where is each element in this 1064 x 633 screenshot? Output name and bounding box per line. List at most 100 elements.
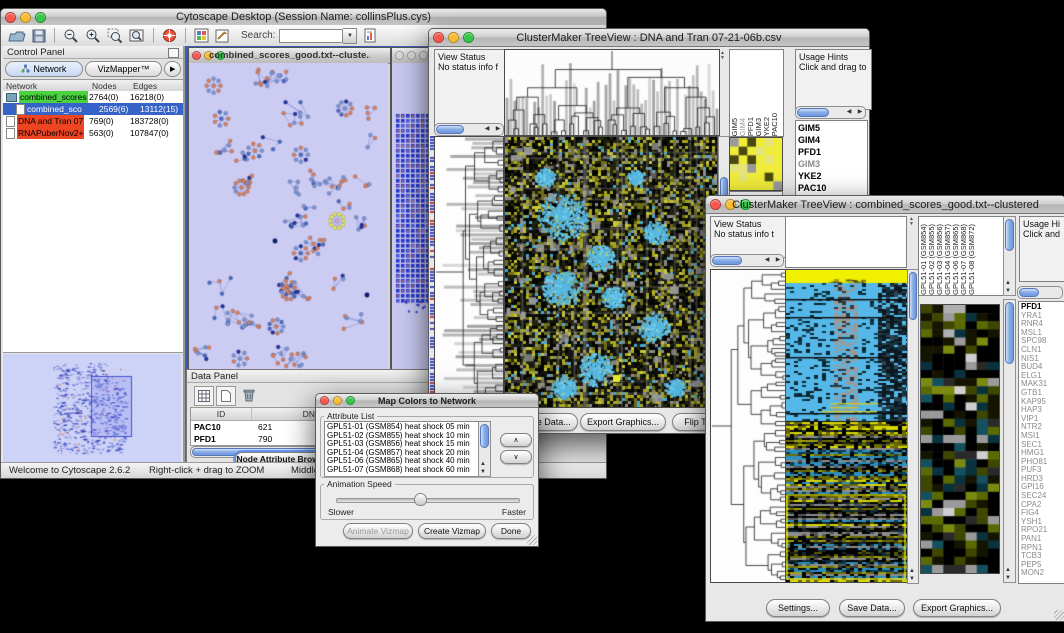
gene-label[interactable]: GIM3 [798,158,867,170]
scrollbar-thumb[interactable] [1005,219,1014,251]
zoom-in-icon[interactable] [85,28,101,44]
tab-vizmapper[interactable]: VizMapper™ [85,61,163,77]
treeview2-heatmap-canvas[interactable] [785,269,908,583]
animation-speed-slider-thumb[interactable] [414,493,427,506]
scroll-left-icon[interactable]: ◀ [762,257,772,264]
close-button[interactable] [5,12,16,23]
open-folder-icon[interactable] [8,29,26,43]
delete-attribute-trash-icon[interactable] [240,386,258,404]
gene-label[interactable]: GIM5 [798,122,867,134]
gene-label[interactable]: PAC10 [798,182,867,194]
network-row[interactable]: RNAPuberNov2+ 563(0) 107847(0) [3,127,183,139]
resize-grip[interactable] [1054,610,1064,620]
scroll-down-icon[interactable]: ▼ [909,221,914,227]
close-button[interactable] [710,199,721,210]
create-vizmap-button[interactable]: Create Vizmap [418,523,486,539]
zoom-heatmap-vscrollbar[interactable]: ▲ ▼ [1003,299,1016,583]
new-attribute-icon[interactable] [216,386,236,406]
scrollbar-thumb[interactable] [712,256,742,265]
scrollbar-thumb[interactable] [1019,288,1039,297]
treeview1-zoom-heatmap-canvas[interactable] [729,137,783,191]
column-dendrogram-canvas[interactable] [504,49,720,136]
column-label[interactable]: GPL51-08 (GSM872) [968,224,976,295]
column-labels-vscrollbar[interactable]: ▲ ▼ [1003,216,1016,296]
treeview2-titlebar[interactable]: ClusterMaker TreeView : combined_scores_… [706,196,1064,214]
treeview2-vscrollbar[interactable]: ▲ ▼ [907,269,919,584]
scrollbar-thumb[interactable] [909,272,917,320]
move-up-button[interactable]: ∧ [500,433,532,447]
gene-label[interactable]: MON2 [1021,569,1064,578]
close-button[interactable] [320,396,329,405]
zoom-selected-icon[interactable] [107,28,123,44]
settings-button[interactable]: Settings... [766,599,830,617]
animation-speed-slider-track[interactable] [336,498,520,503]
network-view-titlebar[interactable]: combined_scores_good.txt--cluste... [189,48,390,64]
column-label[interactable]: PAC10 [771,113,779,136]
attribute-list-vscrollbar[interactable]: ▲ ▼ [478,421,491,477]
scroll-left-icon[interactable]: ◀ [482,126,492,133]
scroll-up-icon[interactable]: ▲ [1003,280,1013,287]
float-panel-icon[interactable] [168,48,179,58]
gene-label[interactable]: GIM4 [798,134,867,146]
close-button[interactable] [395,51,404,60]
scroll-right-icon[interactable]: ▶ [773,257,783,264]
network-row[interactable]: DNA and Tran 07 769(0) 183728(0) [3,115,183,127]
row-dendrogram-canvas[interactable] [710,269,786,583]
dialog-titlebar[interactable]: Map Colors to Network [316,394,538,408]
scroll-left-icon[interactable]: ◀ [844,109,854,116]
resize-grip[interactable] [527,535,537,545]
tab-network[interactable]: Network [5,61,83,77]
scroll-down-icon[interactable]: ▼ [1003,575,1013,582]
treeview1-titlebar[interactable]: ClusterMaker TreeView : DNA and Tran 07-… [429,29,869,47]
treeview2-hscrollbar[interactable]: ◀ ▶ [710,254,784,267]
scroll-down-icon[interactable]: ▼ [1003,288,1013,295]
gene-label[interactable]: YKE2 [798,170,867,182]
animate-vizmap-button[interactable]: Animate Vizmap [343,523,413,539]
scroll-down-icon[interactable]: ▼ [907,576,917,583]
scroll-right-icon[interactable]: ▶ [855,109,865,116]
treeview1-heatmap-canvas[interactable] [504,136,718,408]
scroll-right-icon[interactable]: ▶ [493,126,503,133]
usage-hscrollbar[interactable] [1017,286,1063,299]
scrollbar-thumb[interactable] [436,125,464,134]
row-dendrogram-canvas[interactable] [434,136,504,408]
label-scroll-arrows[interactable]: ▲ ▼ [909,217,914,227]
scroll-down-icon[interactable]: ▼ [478,469,488,476]
close-button[interactable] [192,51,201,60]
export-graphics-button[interactable]: Export Graphics... [913,599,1001,617]
minimize-button[interactable] [407,51,416,60]
zoom-fit-icon[interactable] [129,28,145,44]
attribute-table-icon[interactable] [194,386,214,406]
export-graphics-button[interactable]: Export Graphics... [580,413,666,431]
move-down-button[interactable]: ∨ [500,450,532,464]
network-view-canvas[interactable] [189,63,388,369]
main-titlebar[interactable]: Cytoscape Desktop (Session Name: collins… [1,9,606,26]
treeview1-hscrollbar[interactable]: ◀ ▶ [434,123,504,136]
col-id[interactable]: ID [191,408,252,420]
network-overview-canvas[interactable] [3,354,181,462]
search-dropdown-button[interactable]: ▼ [343,28,357,44]
tab-overflow-button[interactable]: ▶ [164,61,181,77]
close-button[interactable] [433,32,444,43]
search-input[interactable] [279,29,343,43]
zoom-out-icon[interactable] [63,28,79,44]
save-icon[interactable] [32,29,46,43]
usage-hscrollbar[interactable]: ◀ ▶ [795,106,866,119]
scrollbar-thumb[interactable] [480,424,489,448]
annotation-icon[interactable] [215,28,230,43]
scrollbar-thumb[interactable] [797,108,829,117]
scroll-down-icon[interactable]: ▼ [720,55,725,61]
network-row-selected[interactable]: combined_sco 2569(6) 13112(15) [3,103,183,115]
scroll-up-icon[interactable]: ▲ [907,568,917,575]
scroll-up-icon[interactable]: ▲ [1003,567,1013,574]
network-row[interactable]: combined_scores 2764(0) 16218(0) [3,91,183,103]
treeview2-zoom-heatmap-canvas[interactable] [920,304,1000,574]
help-lifesaver-icon[interactable] [162,28,177,43]
attribute-item[interactable]: GPL51-07 (GSM868) heat shock 60 min [327,466,479,475]
label-scroll-arrows[interactable]: ▲ ▼ [720,51,725,61]
vizmap-grid-icon[interactable] [194,28,209,43]
save-data-button[interactable]: Save Data... [839,599,905,617]
gene-label[interactable]: PFD1 [798,146,867,158]
zoom-button[interactable] [419,51,428,60]
scrollbar-thumb[interactable] [1005,302,1014,364]
